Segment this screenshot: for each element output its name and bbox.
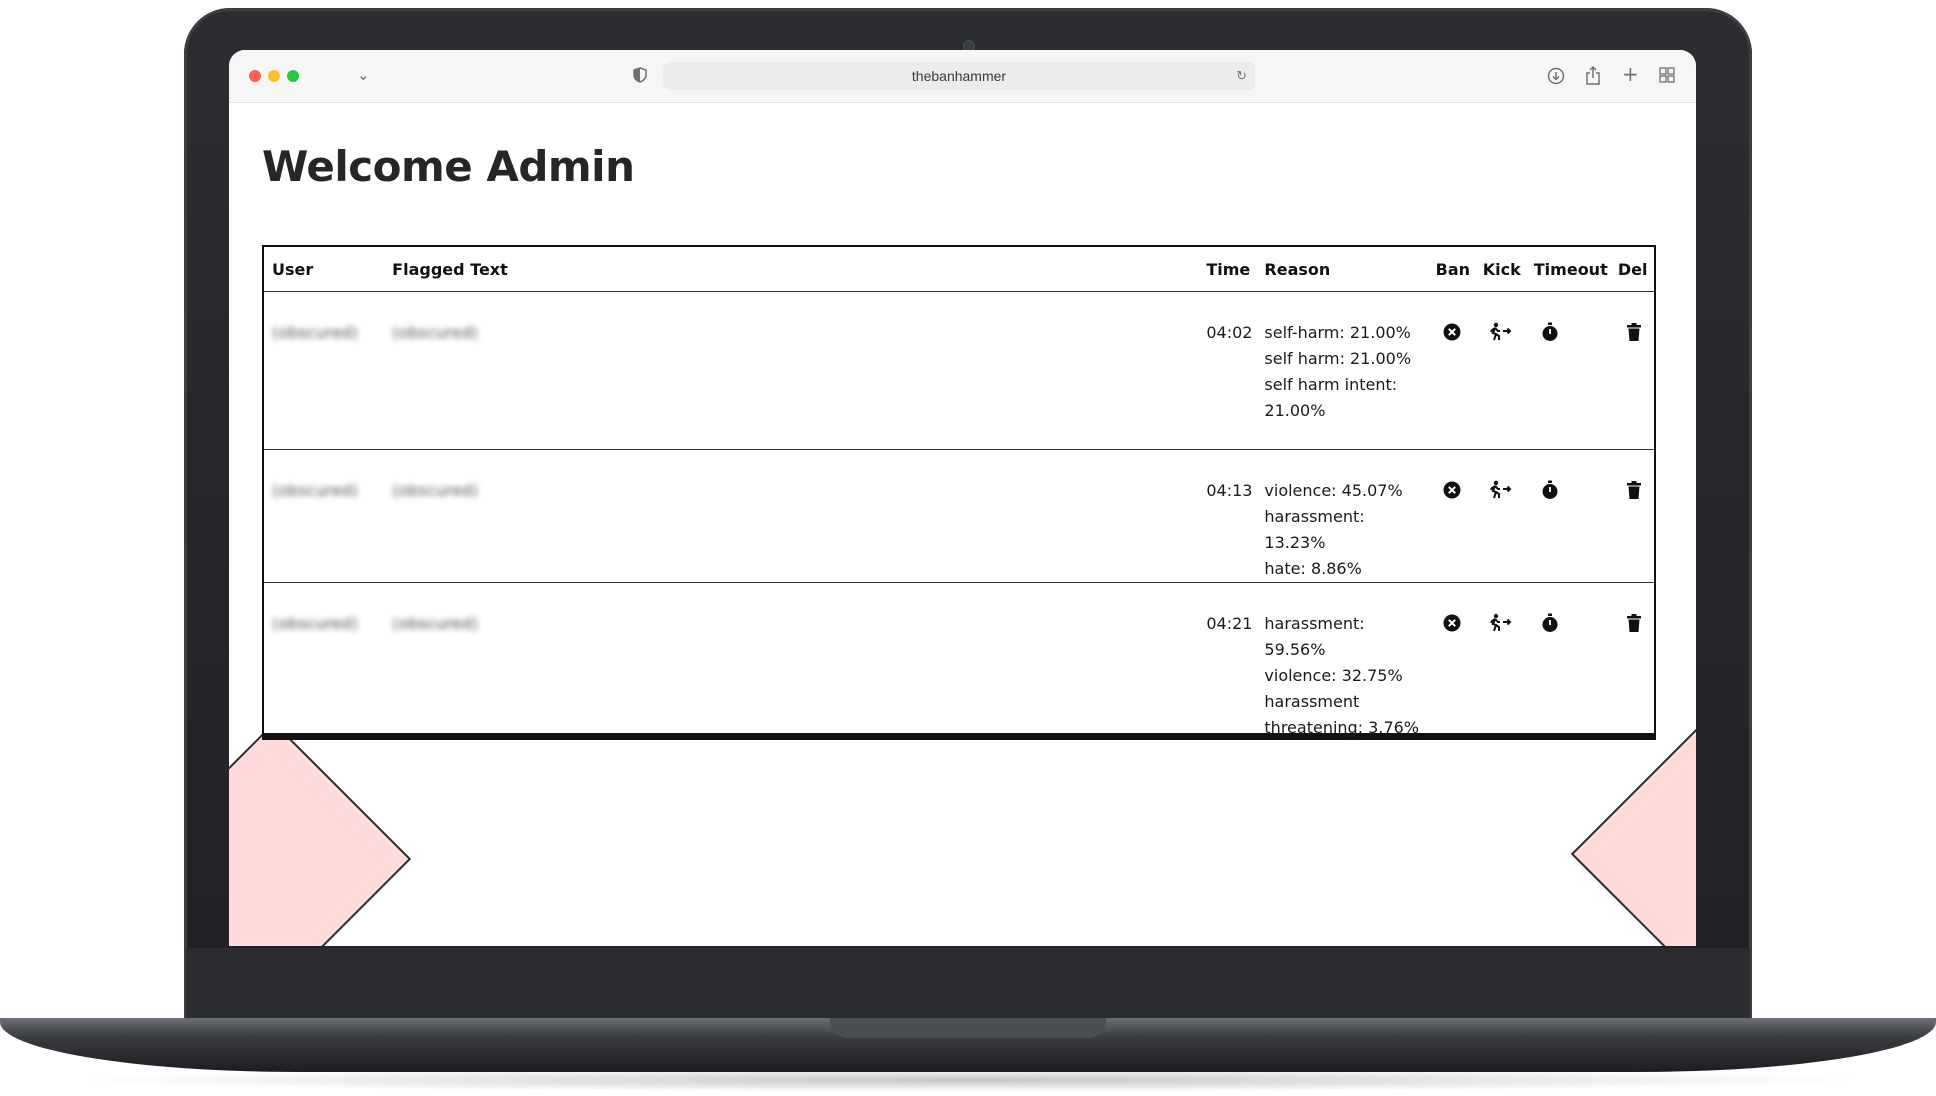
header-time: Time bbox=[1198, 247, 1257, 292]
timer-icon[interactable] bbox=[1540, 322, 1560, 342]
ban-icon[interactable] bbox=[1442, 480, 1462, 500]
ban-icon[interactable] bbox=[1442, 613, 1462, 633]
table-row: (obscured) (obscured) 04:13 violence: 45… bbox=[264, 450, 1654, 583]
kick-cell bbox=[1475, 292, 1526, 450]
table-row: (obscured) (obscured) 04:02 self-harm: 2… bbox=[264, 292, 1654, 450]
kick-cell bbox=[1475, 583, 1526, 742]
del-cell bbox=[1610, 450, 1654, 583]
kick-icon[interactable] bbox=[1489, 480, 1512, 500]
reason-line: self-harm: 21.00% bbox=[1264, 323, 1411, 342]
header-reason: Reason bbox=[1256, 247, 1428, 292]
header-ban: Ban bbox=[1427, 247, 1475, 292]
new-tab-icon[interactable]: + bbox=[1622, 64, 1639, 84]
ban-cell bbox=[1428, 450, 1475, 583]
page-title: Welcome Admin bbox=[262, 142, 635, 191]
header-del: Del bbox=[1609, 247, 1654, 292]
timer-icon[interactable] bbox=[1540, 613, 1560, 633]
reload-icon[interactable]: ↻ bbox=[1236, 62, 1247, 90]
time-cell: 04:13 bbox=[1206, 481, 1253, 500]
kick-icon[interactable] bbox=[1489, 613, 1512, 633]
ban-cell bbox=[1428, 583, 1475, 742]
user-name: (obscured) bbox=[272, 481, 358, 500]
flagged-text-cell: (obscured) bbox=[384, 583, 1198, 742]
reason-line: violence: 45.07% bbox=[1264, 481, 1403, 500]
reason-line: self harm: 21.00% bbox=[1264, 349, 1412, 368]
address-bar[interactable]: thebanhammer ↻ bbox=[663, 62, 1255, 90]
flagged-text-cell: (obscured) bbox=[384, 292, 1198, 450]
user-cell: (obscured) bbox=[264, 450, 384, 583]
trash-icon[interactable] bbox=[1624, 480, 1644, 500]
reason-line: harassment: 13.23% bbox=[1264, 507, 1365, 552]
screen: ⌄ thebanhammer ↻ + Welcome Admin User Fl… bbox=[229, 50, 1696, 946]
close-window-button[interactable] bbox=[249, 70, 261, 82]
flagged-text: (obscured) bbox=[392, 481, 479, 500]
table-row: (obscured) (obscured) 04:21 harassment: … bbox=[264, 583, 1654, 742]
ban-icon[interactable] bbox=[1442, 322, 1462, 342]
flagged-text-cell: (obscured) bbox=[384, 450, 1198, 583]
del-cell bbox=[1610, 292, 1654, 450]
decorative-diamond-right bbox=[1570, 716, 1696, 946]
reason-line: self harm intent: bbox=[1264, 375, 1398, 394]
trash-icon[interactable] bbox=[1624, 322, 1644, 342]
user-name: (obscured) bbox=[272, 323, 358, 342]
reason-line: threatening: 3.76% bbox=[1264, 718, 1419, 737]
trash-icon[interactable] bbox=[1624, 613, 1644, 633]
tab-overview-icon[interactable] bbox=[1659, 67, 1675, 86]
flagged-messages-table: User Flagged Text Time Reason Ban Kick T… bbox=[262, 245, 1656, 737]
timeout-cell bbox=[1526, 450, 1610, 583]
header-timeout: Timeout bbox=[1525, 247, 1610, 292]
time-cell: 04:21 bbox=[1206, 614, 1253, 633]
browser-toolbar: ⌄ thebanhammer ↻ + bbox=[229, 50, 1696, 103]
kick-cell bbox=[1475, 450, 1526, 583]
zoom-window-button[interactable] bbox=[287, 70, 299, 82]
reason-line: hate: 8.86% bbox=[1264, 559, 1362, 578]
decorative-diamond-left bbox=[229, 721, 412, 946]
reason-cell: self-harm: 21.00% self harm: 21.00% self… bbox=[1256, 292, 1427, 450]
chevron-down-icon[interactable]: ⌄ bbox=[357, 67, 370, 83]
user-cell: (obscured) bbox=[264, 292, 384, 450]
reason-cell: harassment: 59.56% violence: 32.75% hara… bbox=[1256, 583, 1427, 742]
reason-line: harassment: 59.56% bbox=[1264, 614, 1365, 659]
user-name: (obscured) bbox=[272, 614, 358, 633]
flagged-text: (obscured) bbox=[392, 323, 479, 342]
user-cell: (obscured) bbox=[264, 583, 384, 742]
download-icon[interactable] bbox=[1547, 67, 1565, 88]
header-flagged-text: Flagged Text bbox=[384, 247, 1199, 292]
table-header-row: User Flagged Text Time Reason Ban Kick T… bbox=[264, 247, 1654, 292]
kick-icon[interactable] bbox=[1489, 322, 1512, 342]
url-text: thebanhammer bbox=[911, 68, 1007, 84]
ban-cell bbox=[1428, 292, 1475, 450]
shield-icon[interactable] bbox=[633, 67, 647, 86]
reason-line: harassment bbox=[1264, 692, 1360, 711]
header-user: User bbox=[264, 247, 385, 292]
flagged-text: (obscured) bbox=[392, 614, 479, 633]
reason-line: 21.00% bbox=[1264, 401, 1326, 420]
reason-cell: violence: 45.07% harassment: 13.23% hate… bbox=[1256, 450, 1427, 583]
minimize-window-button[interactable] bbox=[268, 70, 280, 82]
del-cell bbox=[1610, 583, 1654, 742]
share-icon[interactable] bbox=[1585, 66, 1601, 88]
header-kick: Kick bbox=[1474, 247, 1526, 292]
timeout-cell bbox=[1526, 583, 1610, 742]
timeout-cell bbox=[1526, 292, 1610, 450]
time-cell: 04:02 bbox=[1206, 323, 1253, 342]
timer-icon[interactable] bbox=[1540, 480, 1560, 500]
reason-line: violence: 32.75% bbox=[1264, 666, 1403, 685]
laptop-notch bbox=[830, 1018, 1106, 1038]
